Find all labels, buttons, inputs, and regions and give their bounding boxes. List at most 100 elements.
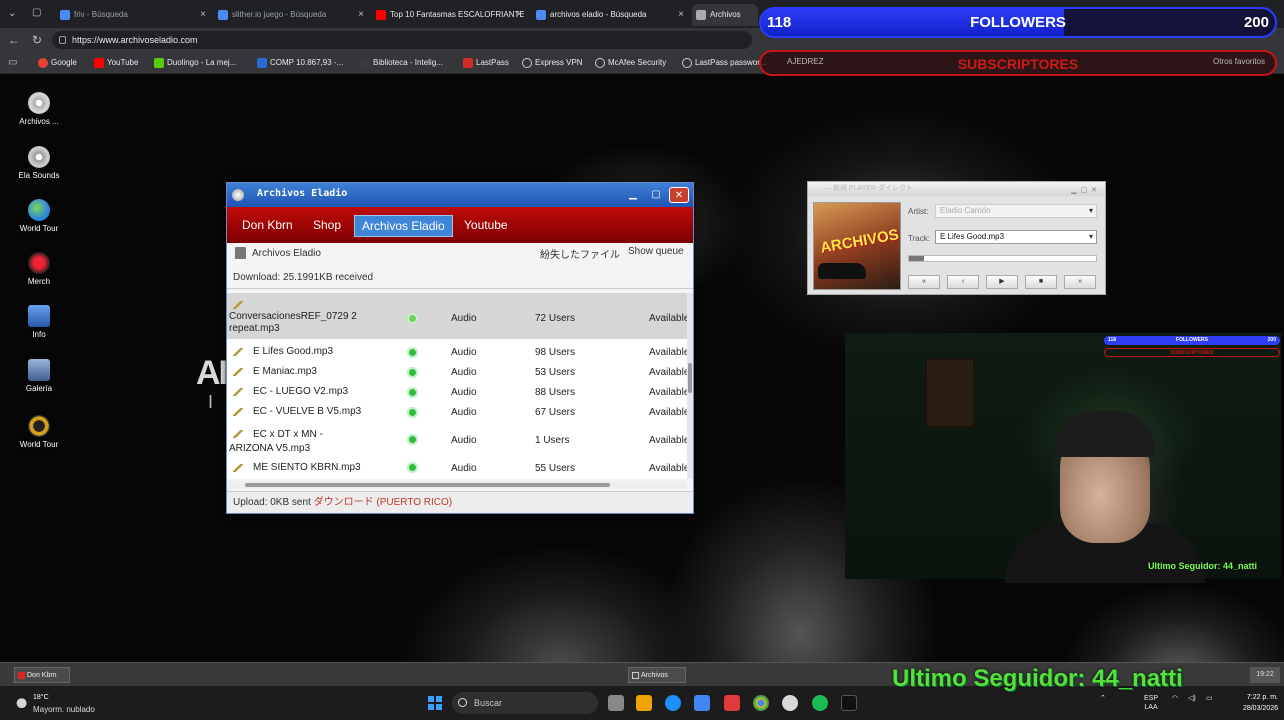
workspace-icon[interactable]: ▢	[32, 6, 41, 20]
close-tab-icon[interactable]: ×	[516, 4, 522, 26]
wallpaper-text: AI	[196, 354, 228, 392]
bookmark-google[interactable]: Google	[38, 57, 77, 69]
apps-icon[interactable]: ▭	[8, 56, 17, 70]
scroll-thumb[interactable]	[688, 363, 692, 393]
edge-icon[interactable]	[665, 695, 681, 711]
volume-icon[interactable]: ◁)	[1188, 694, 1196, 702]
desktop-icon-info[interactable]: Info	[10, 305, 68, 340]
tab-list-icon[interactable]: ⌄	[8, 7, 16, 21]
window-icon	[632, 672, 639, 679]
menu-don-kbrn[interactable]: Don Kbrn	[235, 215, 300, 237]
close-tab-icon[interactable]: ×	[200, 4, 206, 26]
discord-icon[interactable]	[782, 695, 798, 711]
artist-select[interactable]: Eladio Carrión ▾	[935, 204, 1097, 218]
bookmark-biblioteca[interactable]: Biblioteca - Intelig...	[360, 57, 443, 69]
list-item[interactable]: E Lifes Good.mp3 Audio 98 Users Availabl…	[227, 343, 687, 363]
list-item[interactable]: EC - VUELVE B V5.mp3 Audio 67 Users Avai…	[227, 403, 687, 423]
url-input[interactable]: https://www.archivoseladio.com	[52, 31, 752, 49]
player-titlebar[interactable]: — 新規 PLAYER ダイレクト... ▁▢✕	[808, 182, 1105, 196]
streamer-cap	[1055, 411, 1155, 457]
list-item[interactable]: E Maniac.mp3 Audio 53 Users Available	[227, 363, 687, 383]
desktop-icon-world-tour-2[interactable]: World Tour	[10, 415, 68, 450]
bookmark-duolingo[interactable]: Duolingo - La mej...	[154, 57, 236, 69]
bookmark-lastpass[interactable]: LastPass	[463, 57, 509, 69]
store-icon[interactable]	[694, 695, 710, 711]
inner-task-archivos[interactable]: Archivos	[628, 667, 686, 683]
bookmark-mcafee[interactable]: McAfee Security	[595, 57, 666, 69]
maximize-icon[interactable]: ▢	[646, 187, 666, 203]
menu-shop[interactable]: Shop	[306, 215, 348, 237]
windows-start-icon[interactable]	[428, 696, 442, 710]
disc-icon	[28, 146, 50, 168]
file-list: ConversacionesREF_0729 2 repeat.mp3 Audi…	[227, 293, 687, 479]
reload-icon[interactable]: ↻	[32, 33, 42, 47]
vertical-scrollbar[interactable]	[687, 293, 693, 479]
list-item[interactable]: EC - LUEGO V2.mp3 Audio 88 Users Availab…	[227, 383, 687, 403]
minimize-icon[interactable]: ▁	[623, 187, 643, 203]
online-status-icon	[407, 387, 418, 398]
horizontal-scrollbar[interactable]	[227, 481, 687, 489]
list-item[interactable]: EC x DT x MN - ARIZONA V5.mp3 Audio 1 Us…	[227, 425, 687, 457]
tab-archivos-search[interactable]: archivos eladio - Búsqueda ×	[532, 4, 686, 26]
close-icon[interactable]: ✕	[669, 187, 689, 203]
system-clock[interactable]: 7:22 p. m. 28/03/2026	[1230, 692, 1278, 714]
spotify-icon[interactable]	[812, 695, 828, 711]
list-item[interactable]: ConversacionesREF_0729 2 repeat.mp3 Audi…	[227, 293, 687, 339]
tiktok-icon[interactable]	[841, 695, 857, 711]
acrobat-icon[interactable]	[724, 695, 740, 711]
show-queue-link[interactable]: Show queue	[628, 246, 684, 257]
disc-icon	[28, 92, 50, 114]
close-tab-icon[interactable]: ×	[358, 4, 364, 26]
lost-files-link[interactable]: 紛失したファイル	[540, 246, 620, 261]
download-status: Download: 25.1991KB received	[227, 267, 693, 289]
bookmark-youtube[interactable]: YouTube	[94, 57, 138, 69]
subscribers-goal-bar: AJEDREZ Otros favoritos SUBSCRIPTORES	[759, 50, 1277, 76]
chrome-icon[interactable]	[753, 695, 769, 711]
last-follower-small: Ultimo Seguidor: 44_natti	[1148, 561, 1258, 571]
online-status-icon	[407, 367, 418, 378]
tour-icon	[28, 415, 50, 437]
tab-youtube-video[interactable]: Top 10 Fantasmas ESCALOFRIANTES ×	[372, 4, 524, 26]
rewind-button[interactable]: «	[908, 275, 940, 289]
desktop-icon-merch[interactable]: Merch	[10, 252, 68, 287]
desktop-icon-galeria[interactable]: Galería	[10, 359, 68, 394]
inner-start-button[interactable]: Don Kbrn	[14, 667, 70, 683]
track-progress[interactable]	[908, 255, 1097, 262]
previous-button[interactable]: ‹	[947, 275, 979, 289]
desktop-icon-ela-sounds[interactable]: Ela Sounds	[10, 146, 68, 181]
language-indicator[interactable]: ESP LAA	[1144, 694, 1158, 712]
taskbar-search[interactable]: Buscar	[452, 692, 598, 714]
globe-icon	[595, 58, 605, 68]
bookmark-lastpass-passwords[interactable]: LastPass passwor...	[682, 57, 766, 69]
menu-youtube[interactable]: Youtube	[457, 215, 515, 237]
page-icon	[360, 58, 370, 68]
list-item[interactable]: ME SIENTO KBRN.mp3 Audio 55 Users Availa…	[227, 459, 687, 479]
back-icon[interactable]: ←	[8, 33, 20, 47]
tab-archivos[interactable]: Archivos	[692, 4, 758, 26]
window-title: Archivos Eladio	[257, 188, 348, 199]
tab-friv[interactable]: friv - Búsqueda ×	[56, 4, 208, 26]
tray-chevron-icon[interactable]: ⌃	[1100, 694, 1106, 702]
task-view-icon[interactable]	[608, 695, 624, 711]
desktop-icon-world-tour[interactable]: World Tour	[10, 199, 68, 234]
battery-icon[interactable]: ▭	[1206, 694, 1213, 702]
bookmark-comp[interactable]: COMP 10.867,93 -...	[257, 57, 343, 69]
bookmark-expressvpn[interactable]: Express VPN	[522, 57, 583, 69]
forward-button[interactable]: »	[1064, 275, 1096, 289]
play-button[interactable]: ▶	[986, 275, 1018, 289]
wifi-icon[interactable]: ◠	[1172, 694, 1178, 702]
window-titlebar[interactable]: Archivos Eladio ▁ ▢ ✕	[227, 183, 693, 207]
desktop-icon-archivos[interactable]: Archivos ...	[10, 92, 68, 127]
file-explorer-icon[interactable]	[636, 695, 652, 711]
lastpass-icon	[463, 58, 473, 68]
scroll-thumb[interactable]	[245, 483, 610, 487]
gallery-icon	[28, 359, 50, 381]
globe-icon	[522, 58, 532, 68]
stop-button[interactable]: ■	[1025, 275, 1057, 289]
folder-name: Archivos Eladio	[252, 248, 321, 259]
track-select[interactable]: E Lifes Good.mp3 ▾	[935, 230, 1097, 244]
menu-archivos-eladio[interactable]: Archivos Eladio	[354, 215, 453, 237]
close-tab-icon[interactable]: ×	[678, 4, 684, 26]
tab-slither[interactable]: slither.io juego - Búsqueda ×	[214, 4, 366, 26]
player-window-buttons[interactable]: ▁▢✕	[1071, 184, 1101, 198]
